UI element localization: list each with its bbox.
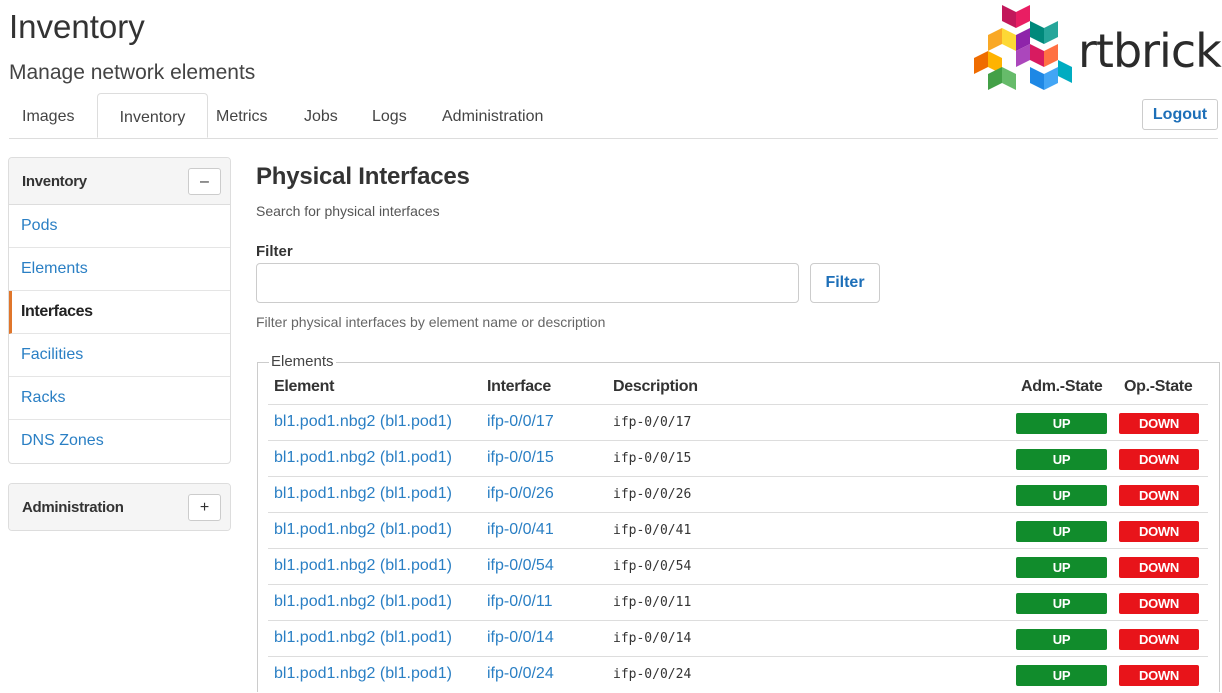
sidebar-inventory-title: Inventory [22, 173, 87, 190]
adm-state-badge: UP [1016, 413, 1107, 434]
tab-logs[interactable]: Logs [372, 93, 407, 138]
column-header-description: Description [613, 378, 698, 395]
elements-legend: Elements [269, 353, 336, 370]
tab-inventory[interactable]: Inventory [97, 93, 208, 138]
interface-description: ifp-0/0/17 [613, 415, 692, 430]
interface-description: ifp-0/0/41 [613, 523, 692, 538]
sidebar-item-interfaces[interactable]: Interfaces [9, 291, 230, 334]
table-row: bl1.pod1.nbg2 (bl1.pod1) ifp-0/0/54 ifp-… [268, 548, 1208, 584]
adm-state-badge: UP [1016, 629, 1107, 650]
section-title: Physical Interfaces [256, 163, 470, 190]
filter-help-text: Filter physical interfaces by element na… [256, 314, 606, 330]
adm-state-badge: UP [1016, 593, 1107, 614]
column-header-interface: Interface [487, 378, 551, 395]
interface-link[interactable]: ifp-0/0/54 [487, 549, 554, 583]
interface-link[interactable]: ifp-0/0/26 [487, 477, 554, 511]
interface-description: ifp-0/0/15 [613, 451, 692, 466]
sidebar-administration-header: Administration + [9, 484, 230, 530]
filter-button[interactable]: Filter [810, 263, 880, 303]
logout-button[interactable]: Logout [1142, 99, 1218, 130]
table-row: bl1.pod1.nbg2 (bl1.pod1) ifp-0/0/41 ifp-… [268, 512, 1208, 548]
interface-description: ifp-0/0/54 [613, 559, 692, 574]
interface-link[interactable]: ifp-0/0/17 [487, 405, 554, 439]
tab-images[interactable]: Images [22, 93, 74, 138]
interface-description: ifp-0/0/14 [613, 631, 692, 646]
op-state-badge: DOWN [1119, 665, 1199, 686]
interface-link[interactable]: ifp-0/0/15 [487, 441, 554, 475]
sidebar-item-racks[interactable]: Racks [9, 377, 230, 420]
interface-link[interactable]: ifp-0/0/41 [487, 513, 554, 547]
op-state-badge: DOWN [1119, 593, 1199, 614]
op-state-badge: DOWN [1119, 557, 1199, 578]
page-subtitle: Manage network elements [9, 61, 256, 84]
sidebar-item-facilities[interactable]: Facilities [9, 334, 230, 377]
sidebar-administration-panel: Administration + [8, 483, 231, 531]
table-row: bl1.pod1.nbg2 (bl1.pod1) ifp-0/0/11 ifp-… [268, 584, 1208, 620]
table-row: bl1.pod1.nbg2 (bl1.pod1) ifp-0/0/17 ifp-… [268, 404, 1208, 440]
element-link[interactable]: bl1.pod1.nbg2 (bl1.pod1) [274, 405, 452, 439]
interface-description: ifp-0/0/26 [613, 487, 692, 502]
element-link[interactable]: bl1.pod1.nbg2 (bl1.pod1) [274, 477, 452, 511]
adm-state-badge: UP [1016, 557, 1107, 578]
adm-state-badge: UP [1016, 449, 1107, 470]
element-link[interactable]: bl1.pod1.nbg2 (bl1.pod1) [274, 441, 452, 475]
sidebar-item-dns-zones[interactable]: DNS Zones [9, 420, 230, 463]
adm-state-badge: UP [1016, 521, 1107, 542]
tab-jobs[interactable]: Jobs [304, 93, 338, 138]
adm-state-badge: UP [1016, 665, 1107, 686]
interface-link[interactable]: ifp-0/0/14 [487, 621, 554, 655]
op-state-badge: DOWN [1119, 629, 1199, 650]
table-row: bl1.pod1.nbg2 (bl1.pod1) ifp-0/0/15 ifp-… [268, 440, 1208, 476]
filter-label: Filter [256, 243, 293, 260]
expand-administration-button[interactable]: + [188, 494, 221, 521]
element-link[interactable]: bl1.pod1.nbg2 (bl1.pod1) [274, 513, 452, 547]
element-link[interactable]: bl1.pod1.nbg2 (bl1.pod1) [274, 621, 452, 655]
op-state-badge: DOWN [1119, 449, 1199, 470]
sidebar-item-pods[interactable]: Pods [9, 205, 230, 248]
table-row: bl1.pod1.nbg2 (bl1.pod1) ifp-0/0/24 ifp-… [268, 656, 1208, 686]
tab-metrics[interactable]: Metrics [216, 93, 268, 138]
sidebar-item-elements[interactable]: Elements [9, 248, 230, 291]
sidebar-inventory-header: Inventory – [9, 158, 230, 205]
element-link[interactable]: bl1.pod1.nbg2 (bl1.pod1) [274, 549, 452, 583]
section-subtitle: Search for physical interfaces [256, 203, 440, 219]
collapse-inventory-button[interactable]: – [188, 168, 221, 195]
op-state-badge: DOWN [1119, 521, 1199, 542]
table-row: bl1.pod1.nbg2 (bl1.pod1) ifp-0/0/26 ifp-… [268, 476, 1208, 512]
adm-state-badge: UP [1016, 485, 1107, 506]
column-header-op-state: Op.-State [1124, 378, 1193, 395]
interface-link[interactable]: ifp-0/0/11 [487, 585, 553, 619]
interface-description: ifp-0/0/11 [613, 595, 692, 610]
interface-description: ifp-0/0/24 [613, 667, 692, 682]
op-state-badge: DOWN [1119, 413, 1199, 434]
main-tabs: Images Inventory Metrics Jobs Logs Admin… [9, 93, 1218, 139]
sidebar-administration-title: Administration [22, 499, 124, 516]
table-row: bl1.pod1.nbg2 (bl1.pod1) ifp-0/0/14 ifp-… [268, 620, 1208, 656]
column-header-element: Element [274, 378, 335, 395]
filter-input[interactable] [256, 263, 799, 303]
brand-name: rtbrick [1078, 24, 1222, 78]
op-state-badge: DOWN [1119, 485, 1199, 506]
element-link[interactable]: bl1.pod1.nbg2 (bl1.pod1) [274, 585, 452, 619]
column-header-adm-state: Adm.-State [1021, 378, 1103, 395]
sidebar-inventory-panel: Inventory – Pods Elements Interfaces Fac… [8, 157, 231, 464]
page-title: Inventory [9, 8, 145, 45]
tab-administration[interactable]: Administration [442, 93, 543, 138]
